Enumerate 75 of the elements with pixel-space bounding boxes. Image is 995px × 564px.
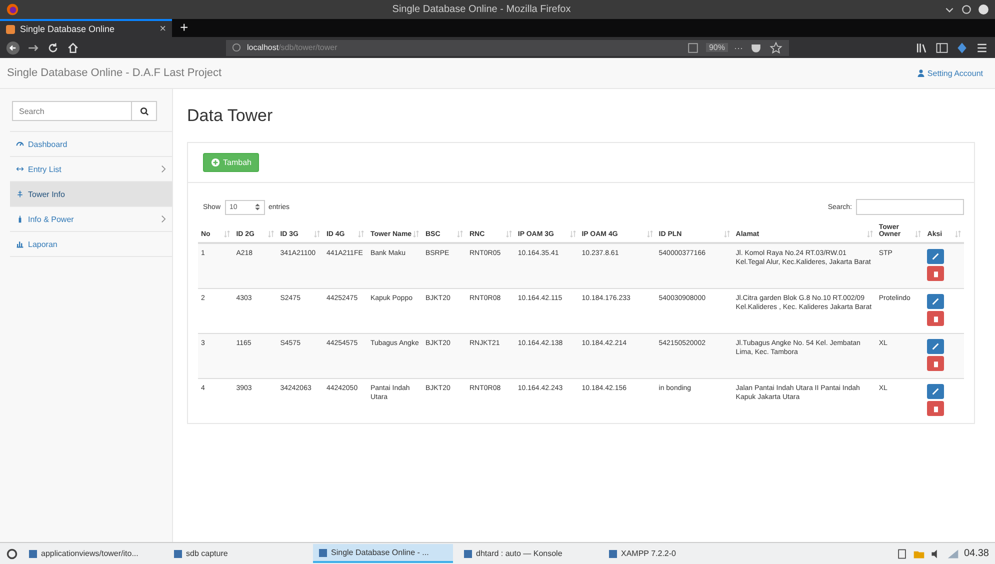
app-icon [174, 550, 182, 558]
sidebar-item[interactable]: Tower Info [10, 182, 172, 207]
address-field[interactable]: localhost/sdb/tower/tower 90% ··· [226, 40, 789, 56]
sort-icon [224, 230, 230, 238]
sidebar-item[interactable]: Dashboard [10, 132, 172, 157]
pencil-icon [931, 297, 940, 306]
clock: 04.38 [964, 548, 989, 559]
clipboard-icon[interactable] [896, 548, 908, 560]
sort-icon [724, 230, 730, 238]
delete-button[interactable] [927, 266, 944, 281]
sort-icon [646, 230, 653, 238]
sort-icon [457, 230, 464, 238]
page-title: Data Tower [187, 105, 274, 127]
taskbar-item[interactable]: Single Database Online - ... [313, 544, 453, 563]
spinner-arrows-icon [254, 203, 260, 211]
zoom-level[interactable]: 90% [706, 43, 728, 52]
search-icon [140, 106, 148, 116]
sidebar-item[interactable]: Laporan [10, 232, 172, 257]
user-icon [917, 69, 926, 77]
sort-icon [314, 230, 320, 238]
sort-icon [915, 230, 922, 238]
new-tab-button[interactable]: + [172, 19, 196, 37]
taskbar-item[interactable]: applicationviews/tower/ito... [23, 545, 163, 562]
menu-item-icon [16, 140, 24, 148]
taskbar-item[interactable]: XAMPP 7.2.2-0 [603, 545, 743, 562]
window-title: Single Database Online - Mozilla Firefox [391, 4, 572, 15]
sort-icon [866, 230, 873, 238]
edit-button[interactable] [927, 294, 944, 309]
page-actions-button[interactable]: ··· [734, 42, 743, 52]
delete-button[interactable] [927, 356, 944, 371]
sidebar-icon[interactable] [935, 40, 949, 54]
pencil-icon [931, 342, 940, 351]
sort-icon [358, 230, 364, 238]
extension-icon[interactable] [955, 40, 969, 54]
tab-close-button[interactable]: × [160, 23, 166, 35]
menu-item-icon [16, 190, 24, 198]
app-icon [319, 548, 327, 556]
delete-button[interactable] [927, 401, 944, 416]
pencil-icon [931, 387, 940, 396]
page-icon [6, 24, 15, 34]
menu-item-icon [16, 165, 24, 173]
taskbar-item[interactable]: dhtard : auto — Konsole [458, 545, 598, 562]
close-icon[interactable] [978, 4, 989, 15]
menu-item-icon [16, 240, 24, 248]
app-icon [29, 550, 37, 558]
home-icon[interactable] [66, 40, 80, 54]
site-brand[interactable]: Single Database Online - D.A.F Last Project [7, 67, 222, 79]
account-link[interactable]: Setting Account [917, 68, 983, 78]
sort-icon [413, 230, 420, 238]
menu-item-icon [16, 215, 24, 223]
taskbar-item[interactable]: sdb capture [168, 545, 308, 562]
app-icon [464, 550, 472, 558]
library-icon[interactable] [915, 40, 929, 54]
maximize-icon[interactable] [961, 4, 972, 15]
star-icon[interactable] [769, 40, 783, 54]
search-field[interactable]: Search [12, 101, 132, 121]
search-button[interactable] [132, 101, 157, 121]
browser-tab[interactable]: Single Database Online × [0, 19, 172, 37]
reload-icon[interactable] [46, 40, 60, 54]
edit-button[interactable] [927, 249, 944, 264]
pencil-icon [931, 252, 940, 261]
table-search-field[interactable] [856, 199, 964, 215]
sort-icon [570, 230, 576, 238]
sort-icon [268, 230, 274, 238]
sort-icon [506, 230, 512, 238]
start-menu-icon[interactable] [6, 548, 18, 560]
edit-button[interactable] [927, 384, 944, 399]
firefox-logo-icon [6, 3, 19, 16]
back-icon[interactable] [6, 40, 20, 54]
plus-icon [211, 158, 220, 167]
sort-icon [955, 230, 961, 238]
app-icon [609, 550, 617, 558]
edit-button[interactable] [927, 339, 944, 354]
sidebar-item[interactable]: Info & Power [10, 207, 172, 232]
delete-button[interactable] [927, 311, 944, 326]
